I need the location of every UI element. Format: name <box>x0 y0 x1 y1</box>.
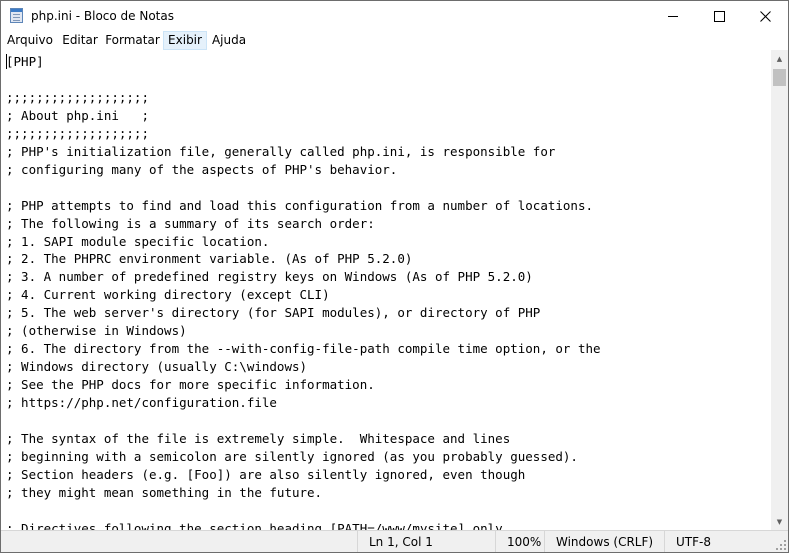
status-divider <box>664 531 665 552</box>
text-caret <box>6 54 7 69</box>
menu-formatar[interactable]: Formatar <box>103 31 162 50</box>
scrollbar-thumb[interactable] <box>773 69 786 86</box>
title-bar[interactable]: php.ini - Bloco de Notas <box>1 1 788 31</box>
cursor-position: Ln 1, Col 1 <box>369 535 433 549</box>
menu-ajuda[interactable]: Ajuda <box>208 31 250 50</box>
menu-editar[interactable]: Editar <box>58 31 102 50</box>
scroll-up-button[interactable]: ▲ <box>771 50 788 67</box>
notepad-app-icon[interactable] <box>10 8 23 23</box>
minimize-button[interactable] <box>650 1 696 31</box>
text-editor[interactable]: [PHP] ;;;;;;;;;;;;;;;;;;; ; About php.in… <box>1 50 771 530</box>
status-divider <box>544 531 545 552</box>
minimize-icon <box>668 15 678 17</box>
status-bar: Ln 1, Col 1 100% Windows (CRLF) UTF-8 <box>1 530 788 552</box>
notepad-window: php.ini - Bloco de Notas Arquivo Editar … <box>0 0 789 553</box>
close-button[interactable] <box>742 1 788 31</box>
vertical-scrollbar[interactable]: ▲ ▼ <box>771 50 788 530</box>
maximize-icon <box>713 10 725 22</box>
window-title: php.ini - Bloco de Notas <box>31 9 174 23</box>
line-ending: Windows (CRLF) <box>556 535 654 549</box>
menu-arquivo[interactable]: Arquivo <box>3 31 57 50</box>
maximize-button[interactable] <box>696 1 742 31</box>
menu-bar: Arquivo Editar Formatar Exibir Ajuda <box>1 31 788 50</box>
resize-grip-icon[interactable] <box>775 539 786 550</box>
menu-exibir[interactable]: Exibir <box>163 31 207 50</box>
status-divider <box>357 531 358 552</box>
status-divider <box>495 531 496 552</box>
arrow-up-icon: ▲ <box>776 54 783 63</box>
close-icon <box>759 10 771 22</box>
scroll-down-button[interactable]: ▼ <box>771 513 788 530</box>
arrow-down-icon: ▼ <box>776 517 783 526</box>
encoding: UTF-8 <box>676 535 711 549</box>
zoom-level: 100% <box>507 535 542 549</box>
editor-content[interactable]: [PHP] ;;;;;;;;;;;;;;;;;;; ; About php.in… <box>1 50 771 530</box>
